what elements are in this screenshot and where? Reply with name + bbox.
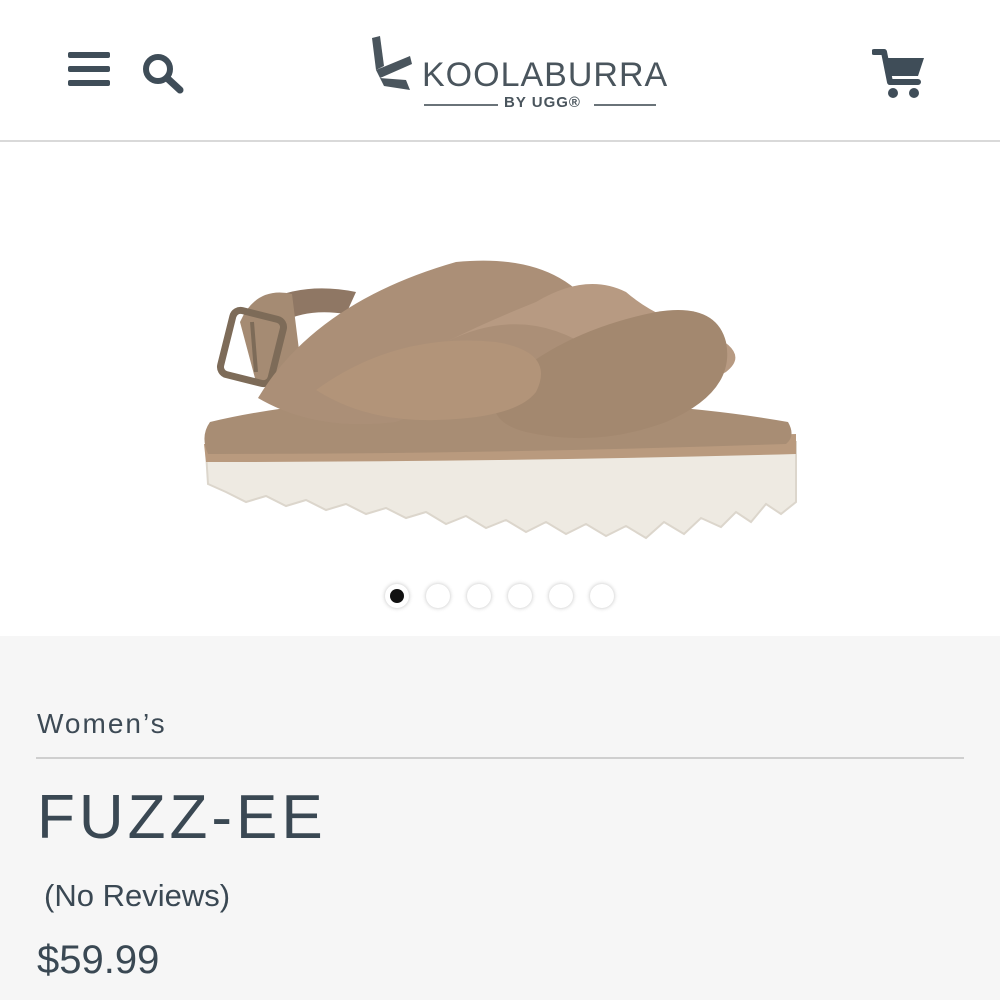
- gallery-dot-6[interactable]: [590, 584, 614, 608]
- shopping-cart-icon[interactable]: [872, 48, 926, 100]
- logo-wordmark: KOOLABURRA: [422, 56, 669, 94]
- fuzzy-sandal-product-photo[interactable]: [196, 222, 806, 552]
- logo-subline: BY UGG®: [424, 94, 656, 114]
- hamburger-menu-icon[interactable]: [68, 52, 112, 88]
- gallery-pagination: [383, 584, 623, 614]
- logo-by-ugg: BY UGG®: [504, 94, 581, 111]
- product-category: Women’s: [37, 708, 167, 739]
- search-icon[interactable]: [140, 52, 186, 94]
- product-price: $59.99: [37, 938, 160, 982]
- gallery-dot-5[interactable]: [549, 584, 573, 608]
- product-gallery: [0, 142, 1000, 636]
- gallery-dot-3[interactable]: [467, 584, 491, 608]
- koolaburra-logo[interactable]: KOOLABURRA BY UGG®: [366, 36, 669, 120]
- gallery-dot-2[interactable]: [426, 584, 450, 608]
- site-header: KOOLABURRA BY UGG®: [0, 0, 1000, 142]
- product-info: Women’s FUZZ-EE (No Reviews) $59.99: [0, 636, 1000, 1000]
- gallery-dot-4[interactable]: [508, 584, 532, 608]
- product-title: FUZZ-EE: [37, 783, 327, 852]
- reviews-link[interactable]: (No Reviews): [44, 878, 230, 914]
- divider: [36, 757, 964, 759]
- gallery-dot-1[interactable]: [385, 584, 409, 608]
- koolaburra-k-mark-icon: [372, 36, 412, 90]
